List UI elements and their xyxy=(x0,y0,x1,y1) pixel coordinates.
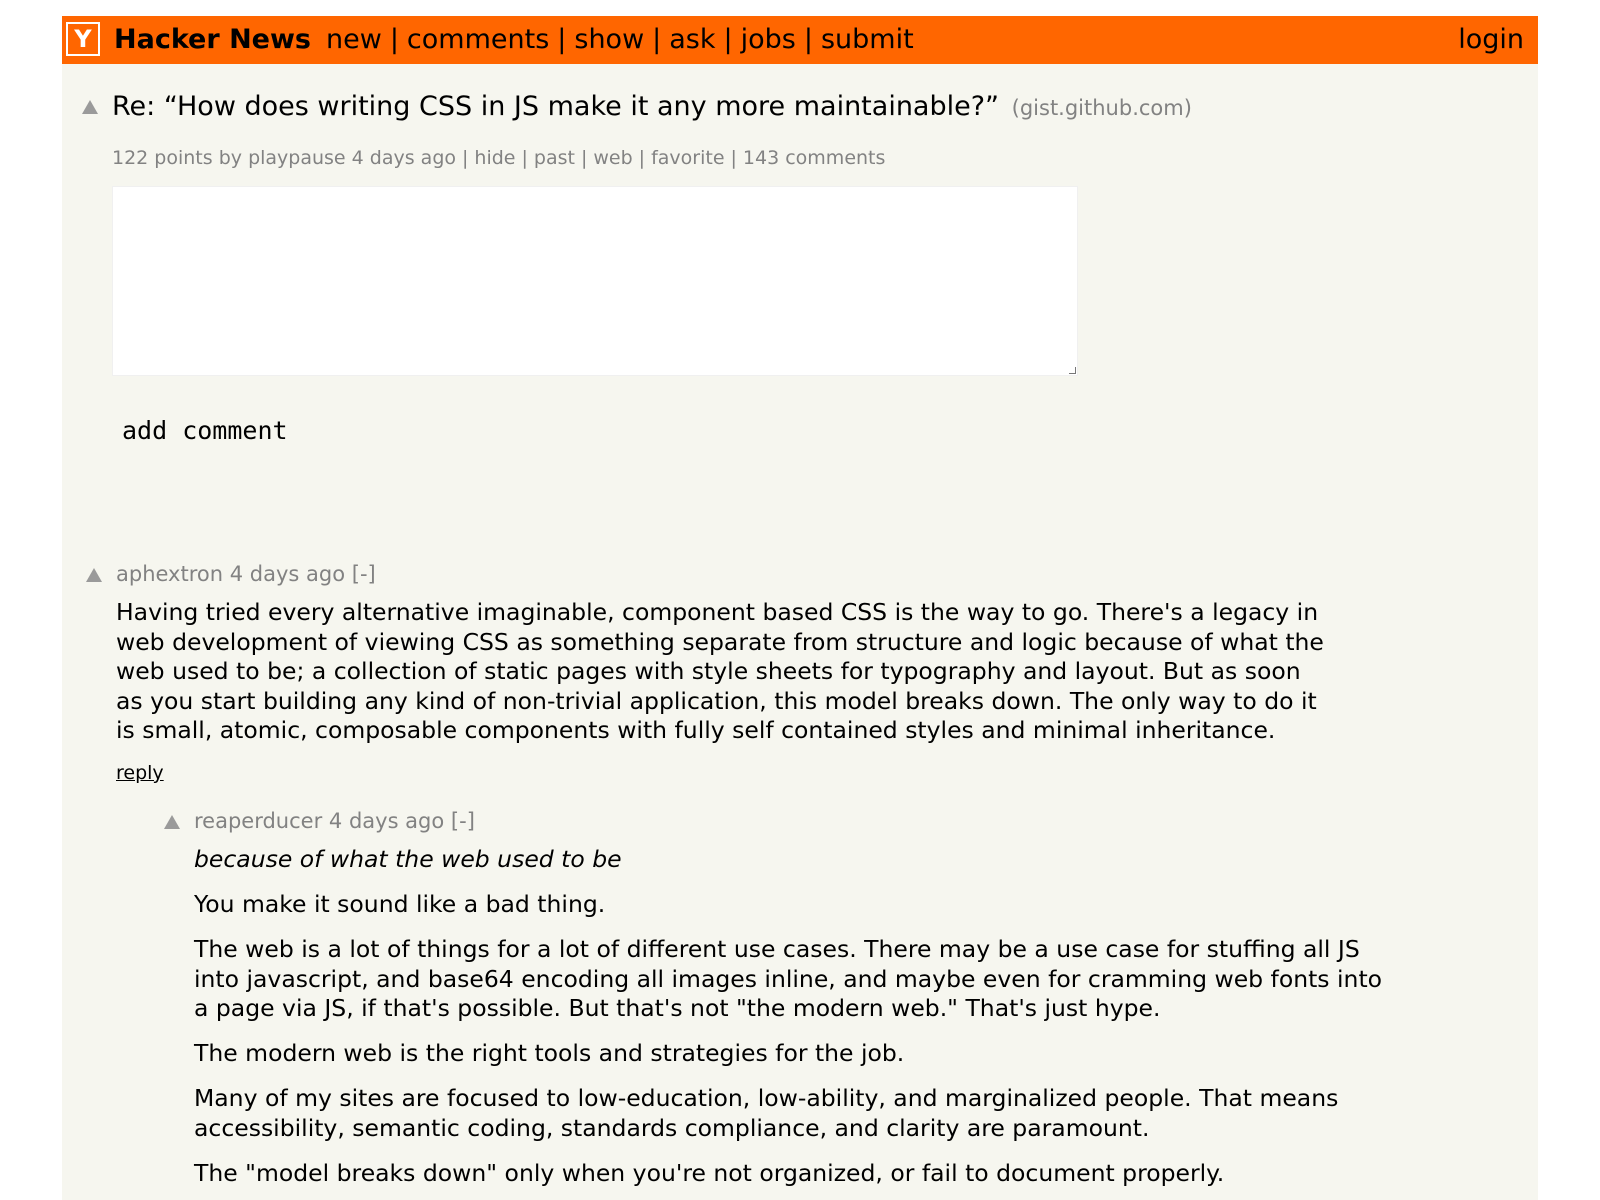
header-bar: Y Hacker News new | comments | show | ask | jobs… xyxy=(62,16,1538,64)
y-logo-icon[interactable]: Y xyxy=(66,22,100,56)
story-title-row: Re: “How does writing CSS in JS make it … xyxy=(112,90,1192,125)
favorite-link[interactable]: favorite xyxy=(651,147,724,169)
story-subtext: 122 points by playpause 4 days ago | hide |… xyxy=(112,146,885,170)
nav-new-link[interactable]: new xyxy=(326,24,382,55)
web-link[interactable]: web xyxy=(593,147,632,169)
subtext-separator: | xyxy=(462,147,469,169)
comments-count-link[interactable]: 143 comments xyxy=(743,147,885,169)
nav-ask-link[interactable]: ask xyxy=(669,24,715,55)
hide-link[interactable]: hide xyxy=(474,147,515,169)
comment-paragraph: The "model breaks down" only when you're… xyxy=(194,1158,1225,1187)
comment-upvote-arrow-icon[interactable] xyxy=(86,568,102,582)
comment-header: aphextron 4 days ago [-] xyxy=(116,560,376,588)
login-link[interactable]: login xyxy=(1458,24,1524,56)
subtext-separator: | xyxy=(638,147,646,169)
page: Y Hacker News new | comments | show | ask | jobs… xyxy=(62,16,1538,1200)
comment-line: is small, atomic, composable components … xyxy=(116,716,1276,744)
comment-text: Having tried every alternative imaginabl… xyxy=(116,598,1416,746)
collapse-toggle[interactable]: [-] xyxy=(451,809,475,833)
top-nav: new | comments | show | ask | jobs | submit xyxy=(326,24,914,56)
past-link[interactable]: past xyxy=(534,147,575,169)
nav-show-link[interactable]: show xyxy=(574,24,644,55)
comment-quote: because of what the web used to be xyxy=(194,845,622,873)
comment-line: into javascript, and base64 encoding all… xyxy=(194,964,1383,993)
add-comment-button[interactable]: add comment xyxy=(122,414,288,448)
upvote-arrow-icon[interactable] xyxy=(82,100,98,114)
story-site-link[interactable]: (gist.github.com) xyxy=(1012,96,1192,120)
site-title-link[interactable]: Hacker News xyxy=(114,24,311,56)
nav-separator: | xyxy=(652,24,662,55)
nav-separator: | xyxy=(557,24,567,55)
comment-line: accessibility, semantic coding, standard… xyxy=(194,1113,1150,1142)
comment-paragraph: The web is a lot of things for a lot of … xyxy=(194,935,1514,1024)
comment-upvote-arrow-icon[interactable] xyxy=(164,815,180,829)
comment-paragraph: The modern web is the right tools and st… xyxy=(194,1039,905,1067)
comment-line: web used to be; a collection of static p… xyxy=(116,657,1301,685)
collapse-toggle[interactable]: [-] xyxy=(352,562,376,586)
story-age-link[interactable]: 4 days ago xyxy=(352,147,456,169)
nav-jobs-link[interactable]: jobs xyxy=(741,24,796,55)
comment-author-link[interactable]: aphextron xyxy=(116,562,223,586)
comment-line: web development of viewing CSS as someth… xyxy=(116,627,1324,656)
nav-separator: | xyxy=(723,24,733,55)
story-author-link[interactable]: playpause xyxy=(248,147,346,169)
reply-link[interactable]: reply xyxy=(116,761,164,785)
comment-line: The web is a lot of things for a lot of … xyxy=(194,935,1360,963)
comment-text: because of what the web used to be You m… xyxy=(194,845,1514,1200)
comment-line: as you start building any kind of non-tr… xyxy=(116,686,1317,715)
comment-paragraph: Many of my sites are focused to low-educ… xyxy=(194,1084,1514,1143)
comment-textarea[interactable] xyxy=(112,186,1078,376)
comment-line: Having tried every alternative imaginabl… xyxy=(116,598,1319,626)
story-points: 122 points by xyxy=(112,147,243,169)
comment-author-link[interactable]: reaperducer xyxy=(194,809,322,833)
subtext-separator: | xyxy=(730,147,737,169)
comment-line: Many of my sites are focused to low-educ… xyxy=(194,1084,1339,1112)
nav-separator: | xyxy=(389,24,399,55)
story-title-link[interactable]: Re: “How does writing CSS in JS make it … xyxy=(112,91,999,122)
subtext-separator: | xyxy=(580,147,588,169)
nav-submit-link[interactable]: submit xyxy=(821,24,914,55)
comment-age-link[interactable]: 4 days ago xyxy=(230,562,345,586)
comment-header: reaperducer 4 days ago [-] xyxy=(194,807,475,835)
resize-handle-icon[interactable] xyxy=(1068,366,1076,374)
comment-paragraph: You make it sound like a bad thing. xyxy=(194,890,606,918)
nav-comments-link[interactable]: comments xyxy=(407,24,549,55)
comment-age-link[interactable]: 4 days ago xyxy=(329,809,444,833)
comment-line: a page via JS, if that's possible. But t… xyxy=(194,994,1161,1022)
nav-separator: | xyxy=(803,24,813,55)
subtext-separator: | xyxy=(521,147,528,169)
